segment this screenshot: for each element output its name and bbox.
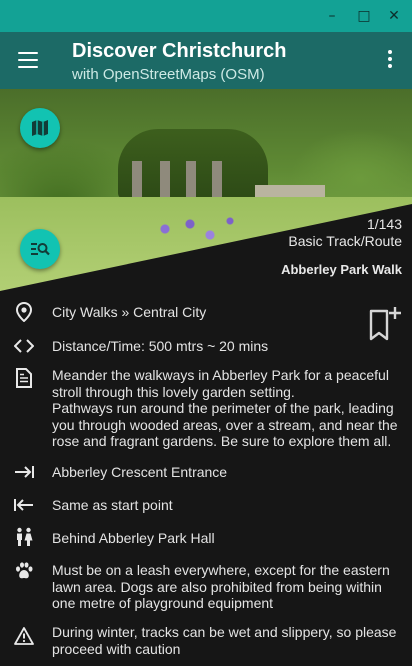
description-text: Meander the walkways in Abberley Park fo…	[52, 367, 400, 450]
pillar-shape	[212, 161, 222, 199]
finish-text: Same as start point	[52, 497, 173, 513]
app-bar: Discover Christchurch with OpenStreetMap…	[0, 32, 412, 89]
description-paragraph-2: Pathways run around the perimeter of the…	[52, 400, 398, 449]
hamburger-icon[interactable]	[18, 52, 38, 68]
flowers-shape	[150, 209, 240, 249]
more-vert-icon[interactable]	[385, 50, 395, 72]
document-icon	[16, 368, 32, 388]
pillar-shape	[160, 161, 170, 199]
pillar-shape	[186, 161, 196, 199]
pillar-shape	[132, 161, 142, 199]
window-titlebar: – □ ✕	[0, 0, 412, 32]
warning-icon	[14, 627, 34, 645]
distance-text: Distance/Time: 500 mtrs ~ 20 mins	[52, 338, 269, 354]
paw-icon	[16, 562, 33, 579]
route-counter: 1/143	[366, 216, 402, 232]
category-text: City Walks » Central City	[52, 304, 207, 320]
map-fab[interactable]	[20, 108, 60, 148]
dogs-text: Must be on a leash everywhere, except fo…	[52, 562, 390, 611]
manage-search-icon	[31, 243, 50, 256]
code-brackets-icon	[14, 339, 34, 353]
start-text: Abberley Crescent Entrance	[52, 464, 228, 480]
map-icon	[32, 120, 48, 136]
app-title: Discover Christchurch	[72, 40, 287, 62]
route-name: Abberley Park Walk	[281, 262, 402, 277]
close-button[interactable]: ✕	[384, 6, 404, 26]
location-pin-icon	[15, 302, 33, 322]
minimize-button[interactable]: –	[322, 6, 342, 26]
search-fab[interactable]	[20, 229, 60, 269]
toilets-icon	[17, 527, 33, 546]
description-paragraph-1: Meander the walkways in Abberley Park fo…	[52, 367, 389, 400]
route-type: Basic Track/Route	[288, 233, 402, 249]
maximize-button[interactable]: □	[354, 6, 374, 26]
start-arrow-icon	[15, 466, 34, 478]
app-subtitle: with OpenStreetMaps (OSM)	[72, 66, 265, 83]
toilets-text: Behind Abberley Park Hall	[52, 530, 215, 546]
finish-arrow-icon	[14, 499, 33, 511]
warning-text: During winter, tracks can be wet and sli…	[52, 624, 397, 657]
hero-image	[0, 89, 412, 291]
